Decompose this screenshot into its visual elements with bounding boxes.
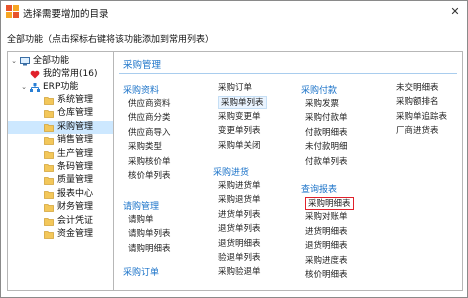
tree-node-label: 会计凭证	[57, 215, 94, 226]
group-title: 查询报表	[301, 185, 338, 195]
function-link[interactable]: 进货明细表	[305, 226, 348, 239]
group-title: 采购订单	[123, 268, 160, 278]
folder-icon	[44, 176, 54, 186]
function-link[interactable]: 采购单追踪表	[396, 111, 447, 124]
folder-icon	[44, 203, 54, 213]
group-title: 请购管理	[123, 202, 160, 212]
close-icon[interactable]: ✕	[447, 4, 463, 19]
tree-node-label: 财务管理	[57, 202, 94, 213]
tree-item-module[interactable]: 条码管理	[8, 161, 113, 174]
hint-text: 全部功能（点击探标右键将该功能添加到常用列表）	[7, 35, 215, 45]
group-title: 采购资料	[123, 86, 160, 96]
function-link[interactable]: 采购验退单	[218, 266, 261, 279]
tree-node-label: 报表中心	[57, 188, 94, 199]
function-link[interactable]: 采购核价单	[128, 156, 171, 169]
function-link[interactable]: 采购退货单	[218, 194, 261, 207]
function-link[interactable]: 退货明细表	[218, 238, 261, 251]
function-link[interactable]: 付款明细表	[305, 127, 348, 140]
function-link[interactable]: 采购对账单	[305, 211, 348, 224]
group-title: 采购进货	[213, 168, 250, 178]
function-link[interactable]: 采购单列表	[218, 96, 267, 110]
tree-node-label: 条码管理	[57, 162, 94, 172]
tree-root-all-functions[interactable]: ⌄ 全部功能	[8, 55, 113, 68]
function-link[interactable]: 核价单列表	[128, 170, 171, 183]
function-link[interactable]: 未交明细表	[396, 82, 439, 95]
function-link[interactable]: 采购进货单	[218, 180, 261, 193]
function-link[interactable]: 采购变更单	[218, 111, 261, 124]
tree-item-module[interactable]: 仓库管理	[8, 107, 113, 120]
function-link[interactable]: 采购类型	[128, 141, 162, 154]
function-link[interactable]: 验退单列表	[218, 252, 261, 265]
folder-icon	[44, 109, 54, 119]
tree-node-label: 资金管理	[57, 229, 94, 239]
tree-item-module[interactable]: 生产管理	[8, 148, 113, 161]
folder-icon	[44, 150, 54, 159]
tree-node-label: 生产管理	[57, 148, 94, 159]
function-link[interactable]: 请购单	[128, 214, 154, 227]
tree-node-label: 仓库管理	[57, 108, 94, 119]
tree-item-module[interactable]: 会计凭证	[8, 215, 113, 228]
folder-icon	[44, 123, 54, 132]
panel-heading: 采购管理	[123, 60, 162, 71]
function-link[interactable]: 变更单列表	[218, 125, 261, 138]
expand-arrow-icon[interactable]: ⌄	[20, 81, 28, 94]
dialog-window: 选择需要增加的目录 ✕ 全部功能（点击探标右键将该功能添加到常用列表） ⌄ 全部功…	[0, 0, 468, 298]
function-link[interactable]: 供应商导入	[128, 127, 171, 140]
function-link[interactable]: 采购付款单	[305, 112, 348, 125]
function-link[interactable]: 退货单列表	[218, 223, 261, 236]
title-bar: 选择需要增加的目录 ✕	[1, 1, 467, 22]
folder-icon	[44, 163, 54, 172]
tree-item-module[interactable]: 财务管理	[8, 201, 113, 214]
function-link[interactable]: 采购明细表	[305, 197, 354, 210]
tree-node-label: 系统管理	[57, 95, 94, 105]
function-link[interactable]: 采购额排名	[396, 96, 439, 109]
tree-node-label: 我的常用(16)	[43, 69, 98, 79]
tree-node-label: 全部功能	[33, 56, 70, 66]
function-link[interactable]: 进货单列表	[218, 209, 261, 222]
function-panel: 采购管理 采购资料供应商资料 供应商分类供应商导入 采购类型采购核价单 核价单列表请购…	[113, 51, 463, 291]
function-link[interactable]: 采购订单	[218, 82, 252, 95]
tree-item-module[interactable]: 质量管理	[8, 174, 113, 187]
function-link[interactable]: 未付款明细	[305, 141, 348, 154]
function-link[interactable]: 请购明细表	[128, 243, 171, 256]
function-link[interactable]: 采购发票	[305, 98, 339, 111]
function-link[interactable]: 请购单列表	[128, 228, 171, 241]
expand-arrow-icon[interactable]: ⌄	[10, 55, 18, 68]
tree-node-label: 销售管理	[57, 135, 94, 146]
tree-node-label: 质量管理	[57, 175, 94, 186]
function-link[interactable]: 采购单关闭	[218, 140, 261, 153]
function-link[interactable]: 厂商进货表	[396, 125, 439, 138]
window-title: 选择需要增加的目录	[23, 9, 109, 20]
computer-icon	[20, 57, 30, 66]
tree-item-module[interactable]: 资金管理	[8, 228, 113, 241]
tree-item-module[interactable]: 采购管理	[8, 120, 113, 134]
folder-icon	[44, 136, 54, 146]
tree-item-module[interactable]: 销售管理	[8, 134, 113, 147]
folder-icon	[44, 190, 54, 199]
function-link[interactable]: 付款单列表	[305, 156, 348, 169]
heading-divider	[119, 73, 457, 74]
tree-item-module[interactable]: 报表中心	[8, 188, 113, 201]
function-link[interactable]: 退货明细表	[305, 240, 348, 253]
tree-node-label: 采购管理	[57, 121, 94, 132]
tree-erp-functions[interactable]: ⌄ ERP功能	[8, 81, 113, 94]
tree-favorites[interactable]: 我的常用(16)	[8, 68, 113, 81]
function-link[interactable]: 核价明细表	[305, 269, 348, 282]
folder-icon	[44, 96, 54, 105]
group-title: 采购付款	[301, 86, 338, 96]
folder-icon	[44, 217, 54, 226]
function-link[interactable]: 采购进度表	[305, 255, 348, 268]
org-chart-icon	[30, 83, 40, 92]
tree-item-module[interactable]: 系统管理	[8, 94, 113, 107]
app-icon	[6, 5, 19, 18]
function-tree[interactable]: ⌄ 全部功能我的常用(16) ⌄ ERP功能系统管理仓库管理采购管理销售管理生产管理条…	[7, 51, 114, 291]
function-link[interactable]: 供应商资料	[128, 98, 171, 111]
heart-icon	[30, 70, 40, 79]
function-link[interactable]: 供应商分类	[128, 112, 171, 125]
tree-node-label: ERP功能	[43, 82, 79, 92]
folder-icon	[44, 230, 54, 239]
